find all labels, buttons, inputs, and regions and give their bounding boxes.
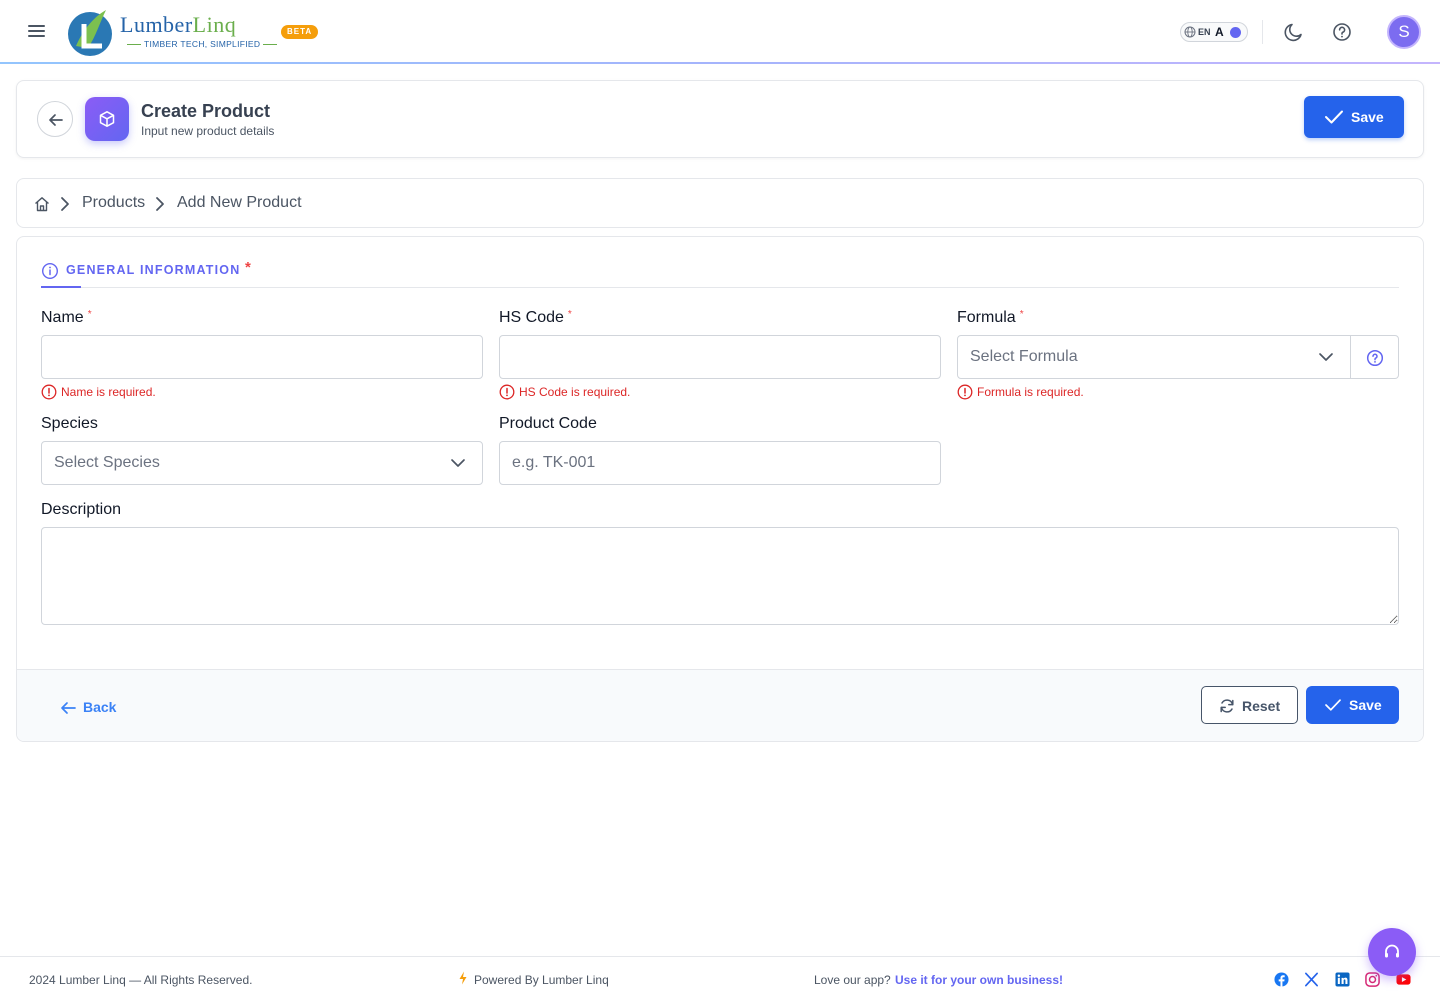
help-icon bbox=[1366, 349, 1384, 367]
error-icon bbox=[957, 384, 973, 400]
footer-save-label: Save bbox=[1349, 697, 1382, 713]
instagram-icon[interactable] bbox=[1365, 972, 1380, 987]
formula-help-button[interactable] bbox=[1351, 335, 1399, 379]
product-box-icon bbox=[85, 97, 129, 141]
chevron-right-icon bbox=[156, 197, 164, 211]
globe-icon bbox=[1184, 26, 1196, 38]
info-icon bbox=[41, 262, 59, 280]
page-subtitle: Input new product details bbox=[141, 124, 275, 138]
formula-label: Formula * bbox=[957, 309, 1024, 326]
linkedin-icon[interactable] bbox=[1335, 972, 1350, 987]
error-icon bbox=[41, 384, 57, 400]
breadcrumb-products[interactable]: Products bbox=[82, 194, 145, 212]
brand-logo[interactable]: LumberLinq TIMBER TECH, SIMPLIFIED bbox=[66, 6, 266, 58]
header-save-button[interactable]: Save bbox=[1304, 96, 1404, 138]
reset-label: Reset bbox=[1242, 698, 1281, 714]
toggle-knob bbox=[1230, 27, 1241, 38]
tab-active-indicator bbox=[41, 286, 81, 288]
breadcrumb-current: Add New Product bbox=[177, 194, 302, 211]
moon-icon[interactable] bbox=[1282, 20, 1306, 44]
support-chat-button[interactable] bbox=[1368, 928, 1416, 976]
copyright-text: 2024 Lumber Linq — All Rights Reserved. bbox=[29, 973, 253, 987]
footer-save-button[interactable]: Save bbox=[1306, 686, 1399, 724]
page-footer: 2024 Lumber Linq — All Rights Reserved. … bbox=[0, 956, 1440, 1000]
page-header: Create Product Input new product details… bbox=[16, 80, 1424, 158]
reset-button[interactable]: Reset bbox=[1201, 686, 1298, 724]
logo-mark-icon bbox=[68, 10, 112, 56]
chevron-right-icon bbox=[61, 197, 69, 211]
description-label: Description bbox=[41, 501, 122, 518]
name-input[interactable] bbox=[41, 335, 483, 379]
hs-code-input[interactable] bbox=[499, 335, 941, 379]
product-code-label: Product Code bbox=[499, 415, 597, 432]
beta-badge: BETA bbox=[281, 25, 319, 39]
formula-select[interactable]: Select Formula bbox=[957, 335, 1351, 379]
powered-by-text: Powered By Lumber Linq bbox=[474, 973, 609, 987]
form-footer: Back Reset Save bbox=[17, 669, 1423, 741]
back-button[interactable] bbox=[37, 101, 73, 137]
chevron-down-icon bbox=[451, 459, 465, 467]
check-icon bbox=[1325, 110, 1343, 124]
check-icon bbox=[1325, 699, 1341, 711]
language-glyph: A bbox=[1215, 25, 1224, 39]
menu-icon[interactable] bbox=[28, 22, 48, 42]
top-bar: LumberLinq TIMBER TECH, SIMPLIFIED BETA … bbox=[0, 0, 1440, 64]
promo-text: Love our app? bbox=[814, 973, 891, 987]
bolt-icon bbox=[459, 971, 467, 985]
topbar-divider bbox=[1262, 20, 1263, 44]
headset-icon bbox=[1385, 944, 1399, 958]
breadcrumb: Products Add New Product bbox=[16, 178, 1424, 228]
description-textarea[interactable] bbox=[41, 527, 1399, 625]
chevron-down-icon bbox=[1319, 353, 1333, 361]
help-icon[interactable] bbox=[1330, 20, 1354, 44]
arrow-left-icon bbox=[49, 114, 63, 126]
user-avatar[interactable]: S bbox=[1387, 15, 1421, 49]
species-select[interactable]: Select Species bbox=[41, 441, 483, 485]
tab-required-mark: * bbox=[245, 259, 251, 276]
brand-tagline: TIMBER TECH, SIMPLIFIED bbox=[124, 39, 280, 49]
species-placeholder: Select Species bbox=[54, 454, 160, 471]
tab-label: GENERAL INFORMATION bbox=[66, 263, 241, 277]
promo-link[interactable]: Use it for your own business! bbox=[895, 973, 1063, 987]
product-form: GENERAL INFORMATION * Name * Name is requ… bbox=[16, 236, 1424, 742]
language-toggle[interactable]: EN A bbox=[1180, 22, 1248, 42]
brand-name: LumberLinq bbox=[120, 12, 237, 37]
hs-code-label: HS Code * bbox=[499, 309, 572, 326]
species-label: Species bbox=[41, 415, 98, 432]
arrow-left-icon bbox=[61, 702, 76, 714]
product-code-input[interactable] bbox=[499, 441, 941, 485]
formula-placeholder: Select Formula bbox=[970, 348, 1078, 365]
name-label: Name * bbox=[41, 309, 92, 326]
tab-divider bbox=[41, 287, 1399, 288]
error-icon bbox=[499, 384, 515, 400]
header-save-label: Save bbox=[1351, 109, 1384, 125]
topbar-accent-line bbox=[0, 62, 1440, 64]
x-icon[interactable] bbox=[1304, 972, 1319, 987]
language-code: EN bbox=[1198, 27, 1211, 37]
home-icon[interactable] bbox=[33, 195, 51, 213]
page-title: Create Product bbox=[141, 101, 271, 121]
facebook-icon[interactable] bbox=[1274, 972, 1289, 987]
refresh-icon bbox=[1220, 699, 1234, 713]
